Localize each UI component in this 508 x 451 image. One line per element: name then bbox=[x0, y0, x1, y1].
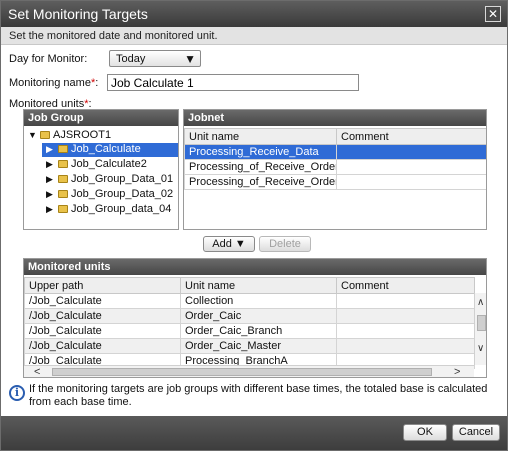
table-row[interactable]: Processing_Receive_Data bbox=[184, 144, 486, 160]
cell-unit-name: Order_Caic_Master bbox=[180, 338, 337, 354]
monitoring-name-label-text: Monitoring name bbox=[9, 77, 91, 89]
expand-arrow-icon[interactable]: ▶ bbox=[46, 204, 56, 215]
tree-root-label: AJSROOT1 bbox=[53, 129, 112, 141]
cell-upper-path: /Job_Calculate bbox=[24, 308, 181, 324]
table-row[interactable]: /Job_Calculate Order_Caic_Branch bbox=[24, 323, 475, 339]
folder-icon bbox=[58, 175, 68, 183]
tree-item-job-calculate[interactable]: ▶ Job_Calculate bbox=[42, 143, 178, 157]
monitoring-name-label: Monitoring name*: bbox=[9, 77, 98, 89]
table-row[interactable]: /Job_Calculate Collection bbox=[24, 293, 475, 309]
scroll-down-icon[interactable]: ∨ bbox=[477, 343, 484, 354]
tree-item-label: Job_Group_Data_02 bbox=[71, 188, 174, 200]
info-icon: i bbox=[9, 385, 25, 401]
ok-button[interactable]: OK bbox=[403, 424, 447, 441]
column-header-comment[interactable]: Comment bbox=[336, 277, 475, 294]
column-header-comment[interactable]: Comment bbox=[336, 128, 486, 145]
scroll-right-icon[interactable]: > bbox=[454, 366, 460, 377]
monitored-units-table: Upper path Unit name Comment /Job_Calcul… bbox=[24, 277, 475, 369]
day-for-monitor-dropdown[interactable]: Today ▼ bbox=[109, 50, 201, 67]
tree-item-label: Job_Calculate bbox=[71, 143, 141, 155]
tree-item-job-group-data-04[interactable]: ▶ Job_Group_data_04 bbox=[46, 203, 171, 217]
job-group-panel: Job Group ▼ AJSROOT1 ▶ Job_Calculate ▶ Job_… bbox=[23, 109, 179, 230]
cell-comment bbox=[336, 308, 475, 324]
cell-comment bbox=[336, 323, 475, 339]
dropdown-arrow-icon: ▼ bbox=[234, 238, 246, 250]
cell-unit-name: Order_Caic_Branch bbox=[180, 323, 337, 339]
cell-comment bbox=[336, 174, 486, 190]
expand-arrow-icon[interactable]: ▶ bbox=[46, 189, 56, 200]
cell-comment bbox=[336, 338, 475, 354]
cell-unit-name: Order_Caic bbox=[180, 308, 337, 324]
cell-upper-path: /Job_Calculate bbox=[24, 338, 181, 354]
scroll-up-icon[interactable]: ∧ bbox=[477, 297, 484, 308]
dialog-subtitle-bar: Set the monitored date and monitored uni… bbox=[1, 27, 507, 45]
folder-icon bbox=[40, 131, 50, 139]
delete-button[interactable]: Delete bbox=[259, 236, 311, 252]
dialog-subtitle: Set the monitored date and monitored uni… bbox=[9, 30, 218, 42]
tree-root[interactable]: ▼ AJSROOT1 bbox=[28, 129, 111, 143]
day-for-monitor-value: Today bbox=[116, 53, 146, 65]
vertical-scroll-thumb[interactable] bbox=[477, 315, 486, 331]
add-button[interactable]: Add ▼ bbox=[203, 236, 255, 252]
cell-comment bbox=[336, 144, 486, 160]
column-header-unit-name[interactable]: Unit name bbox=[180, 277, 337, 294]
set-monitoring-targets-dialog: Set Monitoring Targets ✕ Set the monitor… bbox=[0, 0, 508, 451]
close-icon[interactable]: ✕ bbox=[485, 6, 501, 22]
expand-arrow-icon[interactable]: ▶ bbox=[46, 174, 56, 185]
jobnet-header: Jobnet bbox=[184, 110, 486, 126]
column-header-upper-path[interactable]: Upper path bbox=[24, 277, 181, 294]
monitored-units-header-row: Upper path Unit name Comment bbox=[24, 277, 475, 294]
cell-unit-name: Collection bbox=[180, 293, 337, 309]
folder-icon bbox=[58, 190, 68, 198]
horizontal-scrollbar[interactable]: < > bbox=[24, 365, 474, 377]
folder-icon bbox=[58, 205, 68, 213]
cell-upper-path: /Job_Calculate bbox=[24, 323, 181, 339]
dialog-footer: OK Cancel bbox=[1, 416, 507, 450]
tree-item-job-group-data-02[interactable]: ▶ Job_Group_Data_02 bbox=[46, 188, 173, 202]
expand-arrow-icon[interactable]: ▶ bbox=[46, 144, 56, 155]
jobnet-panel: Jobnet Unit name Comment Processing_Rece… bbox=[183, 109, 487, 230]
cell-comment bbox=[336, 293, 475, 309]
monitored-units-header: Monitored units bbox=[24, 259, 486, 275]
cancel-button[interactable]: Cancel bbox=[452, 424, 500, 441]
scroll-left-icon[interactable]: < bbox=[34, 366, 40, 377]
dropdown-arrow-icon: ▼ bbox=[184, 52, 196, 66]
cell-unit-name: Processing_of_Receive_OrderB bbox=[184, 174, 337, 190]
folder-icon bbox=[58, 145, 68, 153]
tree-item-label: Job_Calculate2 bbox=[71, 158, 147, 170]
monitoring-name-input[interactable] bbox=[107, 74, 359, 91]
table-row[interactable]: /Job_Calculate Order_Caic bbox=[24, 308, 475, 324]
info-message: If the monitoring targets are job groups… bbox=[29, 383, 488, 408]
table-row[interactable]: Processing_of_Receive_OrderA bbox=[184, 159, 486, 175]
expand-arrow-icon[interactable]: ▶ bbox=[46, 159, 56, 170]
label-colon: : bbox=[95, 77, 99, 89]
cell-unit-name: Processing_of_Receive_OrderA bbox=[184, 159, 337, 175]
tree-item-label: Job_Group_Data_01 bbox=[71, 173, 174, 185]
cell-comment bbox=[336, 159, 486, 175]
cell-unit-name: Processing_Receive_Data bbox=[184, 144, 337, 160]
vertical-scrollbar[interactable]: ∧ ∨ bbox=[474, 293, 486, 365]
title-bar: Set Monitoring Targets ✕ bbox=[1, 1, 507, 27]
jobnet-table: Unit name Comment Processing_Receive_Dat… bbox=[184, 128, 486, 190]
collapse-arrow-icon[interactable]: ▼ bbox=[28, 130, 38, 140]
cell-upper-path: /Job_Calculate bbox=[24, 293, 181, 309]
jobnet-header-row: Unit name Comment bbox=[184, 128, 486, 145]
add-button-label: Add bbox=[212, 238, 232, 250]
dialog-title: Set Monitoring Targets bbox=[8, 6, 148, 22]
table-row[interactable]: Processing_of_Receive_OrderB bbox=[184, 174, 486, 190]
folder-icon bbox=[58, 160, 68, 168]
job-group-header: Job Group bbox=[24, 110, 178, 126]
tree-item-label: Job_Group_data_04 bbox=[71, 203, 172, 215]
table-row[interactable]: /Job_Calculate Order_Caic_Master bbox=[24, 338, 475, 354]
column-header-unit-name[interactable]: Unit name bbox=[184, 128, 337, 145]
day-for-monitor-label: Day for Monitor: bbox=[9, 53, 88, 65]
horizontal-scroll-thumb[interactable] bbox=[52, 368, 432, 376]
tree-item-job-calculate2[interactable]: ▶ Job_Calculate2 bbox=[46, 158, 147, 172]
monitored-units-panel: Monitored units Upper path Unit name Com… bbox=[23, 258, 487, 378]
tree-item-job-group-data-01[interactable]: ▶ Job_Group_Data_01 bbox=[46, 173, 173, 187]
